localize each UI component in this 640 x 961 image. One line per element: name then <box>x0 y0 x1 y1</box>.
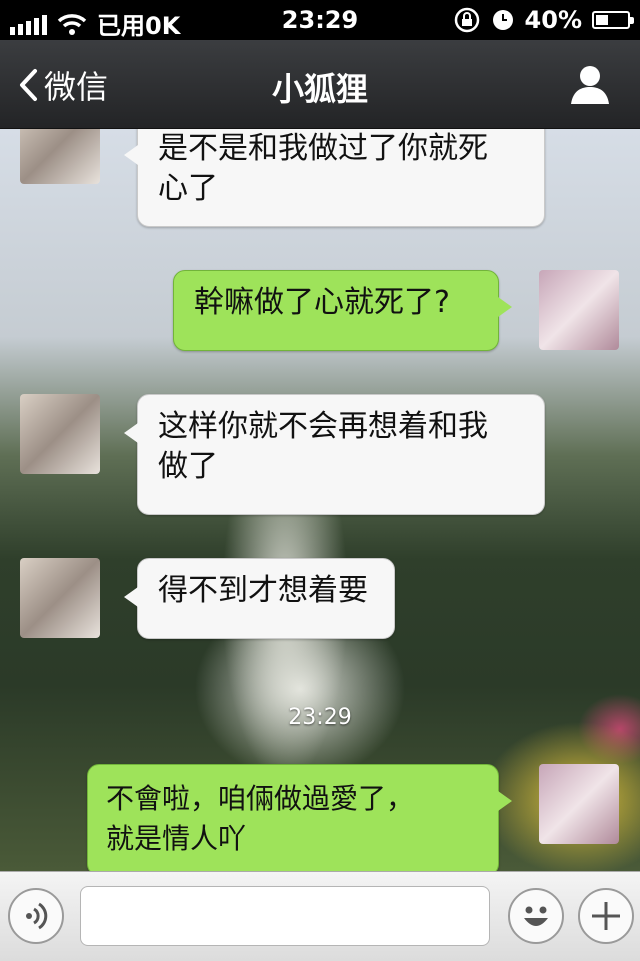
message-bubble-incoming[interactable]: 这样你就不会再想着和我 做了 <box>124 394 545 515</box>
my-avatar[interactable] <box>539 764 619 844</box>
battery-percent: 40% <box>524 6 582 34</box>
contact-avatar[interactable] <box>20 558 100 638</box>
contact-avatar[interactable] <box>20 129 100 184</box>
message-timestamp: 23:29 <box>288 705 352 730</box>
message-bubble-outgoing[interactable]: 幹嘛做了心就死了? <box>173 270 512 351</box>
contact-avatar[interactable] <box>20 394 100 474</box>
page-title: 小狐狸 <box>271 70 368 108</box>
status-time: 23:29 <box>281 6 359 34</box>
message-bubble-incoming[interactable]: 得不到才想着要 <box>124 558 395 639</box>
message-input[interactable] <box>80 886 490 946</box>
emoji-icon <box>524 906 548 926</box>
plus-icon <box>592 902 620 930</box>
message-bubble-outgoing[interactable]: 不會啦，咱倆做過愛了， 就是情人吖 <box>87 764 512 871</box>
input-bar <box>0 871 640 961</box>
person-icon <box>571 66 609 104</box>
more-button[interactable] <box>578 888 634 944</box>
profile-button[interactable] <box>568 62 612 106</box>
message-bubble-incoming[interactable]: 是不是和我做过了你就死 心了 <box>124 129 545 227</box>
status-bar: 已用0K 23:29 40% <box>0 0 640 40</box>
my-avatar[interactable] <box>539 270 619 350</box>
battery-icon <box>592 11 634 29</box>
emoji-button[interactable] <box>508 888 564 944</box>
chat-area[interactable]: 是不是和我做过了你就死 心了 幹嘛做了心就死了? 这样你就不会再想着和我 做了 … <box>0 129 640 871</box>
voice-button[interactable] <box>8 888 64 944</box>
voice-icon <box>26 902 48 930</box>
rotation-lock-icon <box>454 7 479 33</box>
nav-bar: 微信 小狐狸 <box>0 40 640 129</box>
alarm-icon <box>492 10 513 30</box>
battery-level <box>596 15 608 25</box>
